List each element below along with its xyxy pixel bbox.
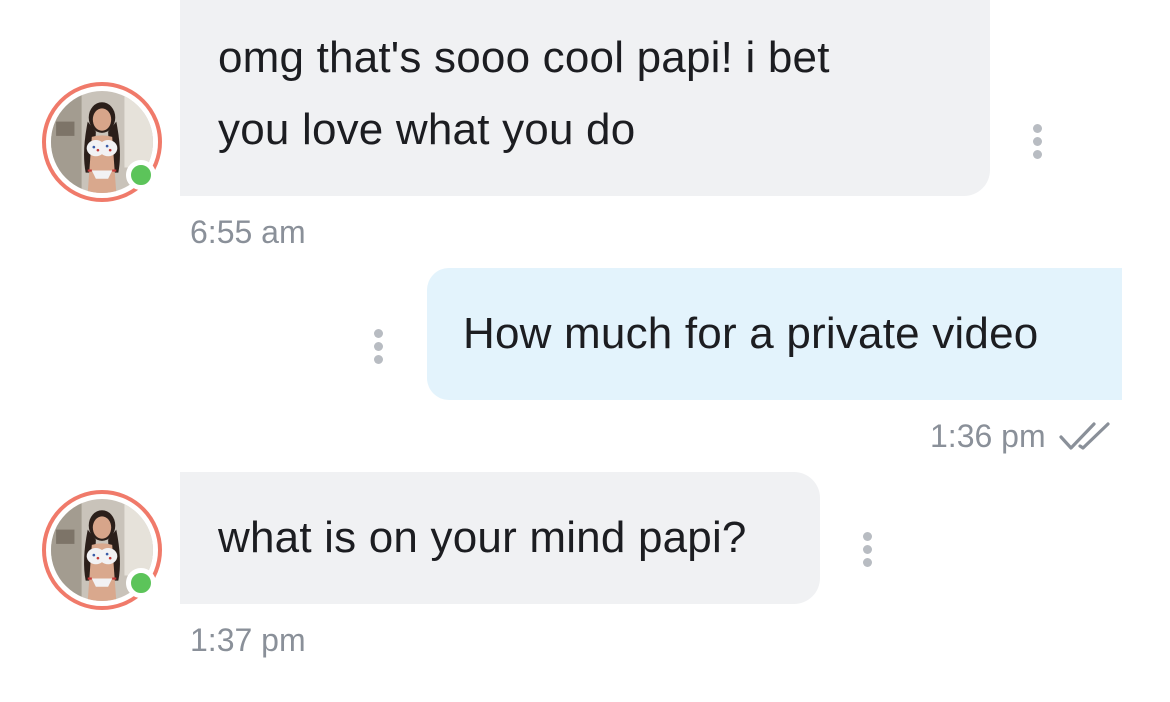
message-bubble-outgoing[interactable]: How much for a private video <box>427 268 1122 400</box>
message-text-line: omg that's sooo cool papi! i bet <box>218 33 830 82</box>
message-timestamp: 1:37 pm <box>190 622 306 658</box>
more-vertical-icon[interactable] <box>367 327 391 367</box>
contact-avatar[interactable] <box>42 82 162 202</box>
online-status-dot <box>126 160 156 190</box>
more-vertical-icon[interactable] <box>856 530 880 570</box>
message-text: what is on your mind papi? <box>218 513 747 562</box>
message-bubble-incoming[interactable]: what is on your mind papi? <box>180 472 820 604</box>
message-timestamp: 6:55 am <box>190 214 306 250</box>
message-text: How much for a private video <box>463 309 1039 358</box>
more-vertical-icon[interactable] <box>1026 122 1050 162</box>
message-timestamp: 1:36 pm <box>930 418 1046 454</box>
message-bubble-incoming[interactable]: omg that's sooo cool papi! i bet you lov… <box>180 0 990 196</box>
online-status-dot <box>126 568 156 598</box>
double-check-icon <box>1059 422 1110 450</box>
message-text-line: you love what you do <box>218 105 636 154</box>
contact-avatar[interactable] <box>42 490 162 610</box>
